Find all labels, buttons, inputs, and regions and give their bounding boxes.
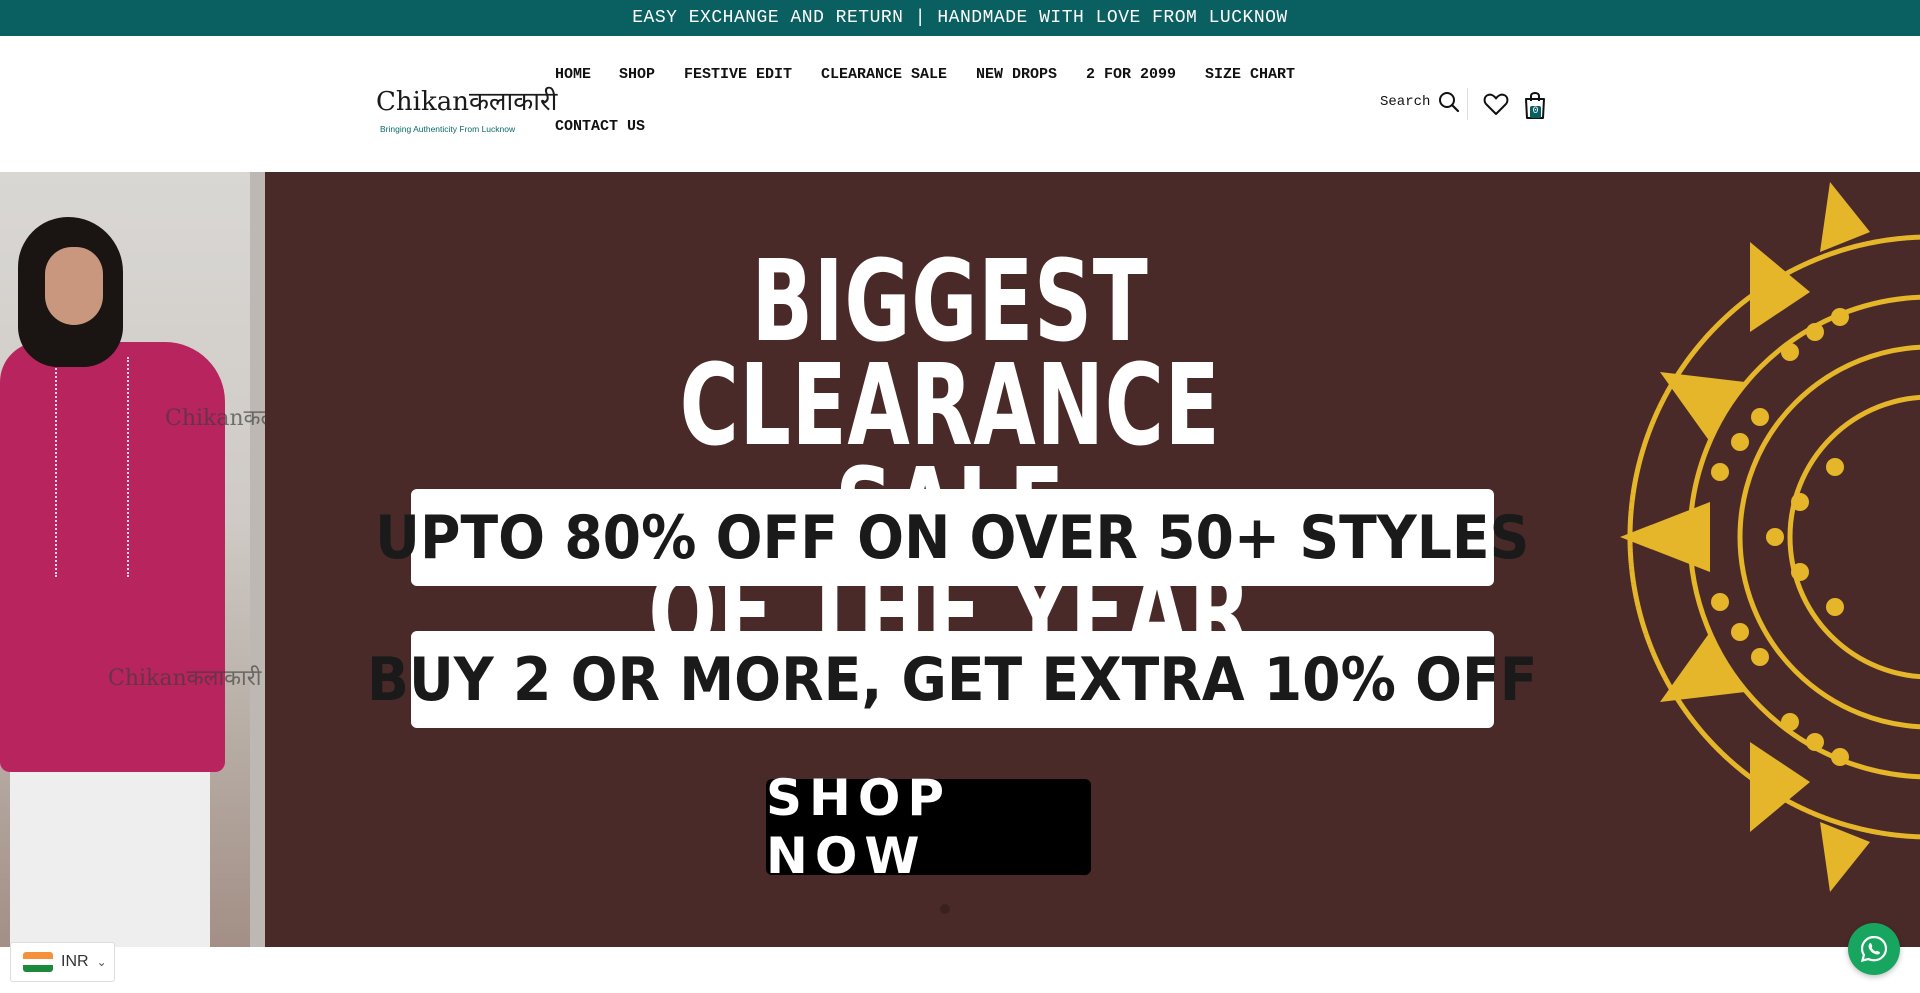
logo-brand-text: Chikanकलाकारी (376, 87, 558, 117)
nav-size-chart[interactable]: SIZE CHART (1205, 66, 1295, 83)
logo-tagline: Bringing Authenticity From Lucknow (380, 124, 516, 134)
shop-now-button[interactable]: SHOP NOW (766, 769, 1091, 885)
chevron-down-icon: ⌄ (96, 955, 107, 969)
photo-wall (250, 172, 265, 947)
brand-logo[interactable]: Chikanकलाकारी Bringing Authenticity From… (374, 74, 557, 138)
cart-count-badge: 0 (1530, 106, 1541, 118)
hero-headline: BIGGEST CLEARANCE SALE OF THE YEAR (554, 246, 1346, 670)
search-button[interactable]: Search (1380, 91, 1460, 113)
page-bottom (0, 947, 1920, 993)
photo-watermark: Chikanकलाकारी (108, 666, 262, 691)
currency-selector[interactable]: INR ⌄ (10, 942, 115, 982)
site-header: Chikanकलाकारी Bringing Authenticity From… (0, 36, 1920, 172)
whatsapp-icon (1860, 935, 1888, 963)
photo-face (45, 247, 103, 325)
nav-shop[interactable]: SHOP (619, 66, 655, 83)
announcement-bar: EASY EXCHANGE AND RETURN | HANDMADE WITH… (0, 0, 1920, 36)
hero-banner[interactable]: Chikanकलाकारी Chikanकलाकारी BIGGEST CLEA… (0, 172, 1920, 947)
nav-new-drops[interactable]: NEW DROPS (976, 66, 1057, 83)
offer-banner-discount: UPTO 80% OFF ON OVER 50+ STYLES (375, 489, 1530, 586)
nav-contact-us[interactable]: CONTACT US (555, 118, 645, 135)
nav-2-for-2099[interactable]: 2 FOR 2099 (1086, 66, 1176, 83)
heart-icon[interactable] (1483, 92, 1509, 116)
offer-banner-bundle: BUY 2 OR MORE, GET EXTRA 10% OFF (367, 631, 1538, 728)
slider-dot[interactable] (940, 904, 950, 914)
photo-pants (10, 772, 210, 947)
currency-code: INR (61, 953, 89, 970)
offer-bundle-text: BUY 2 OR MORE, GET EXTRA 10% OFF (367, 644, 1538, 715)
offer-discount-text: UPTO 80% OFF ON OVER 50+ STYLES (375, 502, 1530, 573)
nav-home[interactable]: HOME (555, 66, 591, 83)
header-divider (1467, 88, 1468, 120)
nav-festive-edit[interactable]: FESTIVE EDIT (684, 66, 792, 83)
shop-now-label: SHOP NOW (766, 769, 952, 885)
nav-clearance-sale[interactable]: CLEARANCE SALE (821, 66, 947, 83)
india-flag-icon (23, 952, 53, 972)
search-icon (1439, 92, 1460, 113)
announcement-text: EASY EXCHANGE AND RETURN | HANDMADE WITH… (632, 8, 1288, 28)
model-photo: Chikanकलाकारी Chikanकलाकारी (0, 172, 265, 947)
whatsapp-button[interactable] (1848, 923, 1900, 975)
search-label: Search (1380, 94, 1431, 110)
mandala-decoration (1620, 182, 1920, 892)
photo-watermark: Chikanकलाकारी (165, 406, 265, 431)
photo-embroidery (55, 357, 129, 577)
